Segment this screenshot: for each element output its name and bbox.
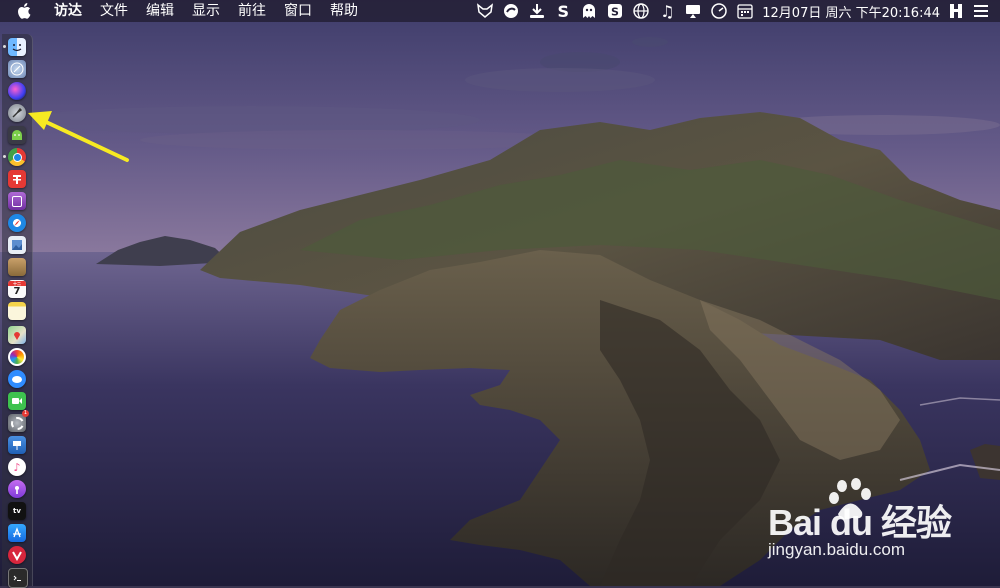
apple-menu-icon[interactable] xyxy=(0,3,45,19)
disc-icon[interactable] xyxy=(501,1,521,21)
chrome-icon[interactable] xyxy=(8,148,26,166)
music-note-icon[interactable]: ♫ xyxy=(657,1,677,21)
watermark-logo-text: Bai du 经验 xyxy=(768,502,952,543)
menubar-clock[interactable]: 12月07日 周六 下午20:16:44 xyxy=(758,2,944,21)
apple-tv-label: tv xyxy=(13,507,21,515)
menu-finder[interactable]: 访达 xyxy=(45,0,91,22)
notes-icon[interactable] xyxy=(8,302,26,320)
finder-icon[interactable] xyxy=(8,38,26,56)
running-indicator xyxy=(3,45,6,48)
calendar-icon[interactable] xyxy=(735,1,755,21)
red-app-icon[interactable] xyxy=(8,170,26,188)
dock: 十二 7 1 ♪ tv xyxy=(2,34,33,588)
android-icon[interactable] xyxy=(8,126,26,144)
menu-window[interactable]: 窗口 xyxy=(275,0,321,22)
menu-file[interactable]: 文件 xyxy=(91,0,137,22)
menu-bar: 访达 文件 编辑 显示 前往 窗口 帮助 S S ♫ 12月07日 周六 下午2… xyxy=(0,0,1000,22)
status-area: S S ♫ 12月07日 周六 下午20:16:44 xyxy=(472,0,994,22)
baidu-watermark: Bai du 经验 jingyan.baidu.com xyxy=(760,478,990,568)
messages-icon[interactable] xyxy=(8,370,26,388)
vivaldi-icon[interactable] xyxy=(8,546,26,564)
rocket-icon[interactable] xyxy=(8,104,26,122)
s-icon[interactable]: S xyxy=(553,1,573,21)
menu-view[interactable]: 显示 xyxy=(183,0,229,22)
terminal-icon[interactable] xyxy=(8,568,28,588)
speedometer-icon[interactable] xyxy=(709,1,729,21)
fox-icon[interactable] xyxy=(475,1,495,21)
menu-edit[interactable]: 编辑 xyxy=(137,0,183,22)
purple-app-icon[interactable] xyxy=(8,192,26,210)
app-store-icon[interactable] xyxy=(8,524,26,542)
apple-tv-icon[interactable]: tv xyxy=(8,502,26,520)
download-icon[interactable] xyxy=(527,1,547,21)
watermark-url: jingyan.baidu.com xyxy=(768,540,906,559)
s-box-icon[interactable]: S xyxy=(605,1,625,21)
notebook-icon[interactable] xyxy=(8,258,26,276)
running-indicator xyxy=(3,155,6,158)
calendar-icon[interactable]: 十二 7 xyxy=(8,280,26,298)
siri-icon[interactable] xyxy=(8,82,26,100)
globe-icon[interactable] xyxy=(631,1,651,21)
facetime-icon[interactable] xyxy=(8,392,26,410)
safari-icon[interactable] xyxy=(8,214,26,232)
menu-help[interactable]: 帮助 xyxy=(321,0,367,22)
maps-icon[interactable] xyxy=(8,326,26,344)
control-center-icon[interactable] xyxy=(947,1,965,21)
photos-icon[interactable] xyxy=(8,348,26,366)
menu-go[interactable]: 前往 xyxy=(229,0,275,22)
podcasts-icon[interactable] xyxy=(8,480,26,498)
menu-extras-icon[interactable] xyxy=(971,1,991,21)
ghost-icon[interactable] xyxy=(579,1,599,21)
itunes-icon[interactable]: ♪ xyxy=(8,458,26,476)
calendar-day: 7 xyxy=(13,286,21,297)
notification-badge: 1 xyxy=(22,410,29,417)
svg-text:S: S xyxy=(611,6,619,19)
launchpad-icon[interactable] xyxy=(8,60,26,78)
monitor-icon[interactable] xyxy=(683,1,703,21)
keynote-icon[interactable] xyxy=(8,436,26,454)
preview-icon[interactable] xyxy=(8,236,26,254)
